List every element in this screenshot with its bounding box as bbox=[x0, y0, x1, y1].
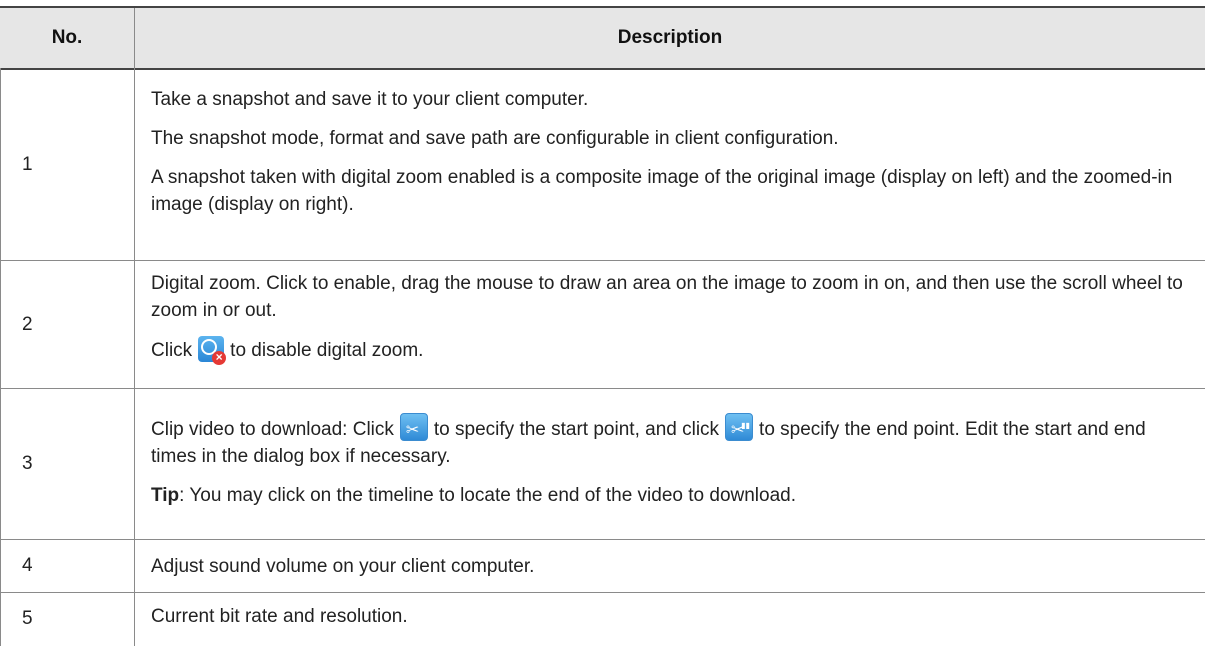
row-3-tip: Tip: You may click on the timeline to lo… bbox=[151, 482, 1191, 509]
row-5-text-1: Current bit rate and resolution. bbox=[151, 606, 408, 627]
row-divider bbox=[0, 388, 1205, 389]
row-3-text-part-b: to specify the start point, and click bbox=[433, 419, 720, 440]
clip-start-icon bbox=[399, 413, 428, 443]
row-divider bbox=[0, 260, 1205, 261]
row-4-number: 4 bbox=[22, 555, 33, 576]
row-1-number: 1 bbox=[22, 154, 33, 175]
row-4-description: Adjust sound volume on your client compu… bbox=[151, 553, 1191, 580]
row-3-number: 3 bbox=[22, 453, 33, 474]
header-bottom-border bbox=[0, 68, 1205, 70]
row-5-number: 5 bbox=[22, 608, 33, 629]
column-divider bbox=[134, 8, 135, 646]
row-2-description: Digital zoom. Click to enable, drag the … bbox=[151, 270, 1191, 365]
tip-text: : You may click on the timeline to locat… bbox=[179, 485, 796, 506]
row-2-text-2: Click to disable digital zoom. bbox=[151, 336, 1191, 365]
header-description: Description bbox=[617, 27, 723, 48]
row-3-text-part-a: Clip video to download: Click bbox=[151, 419, 394, 440]
row-1-text-1: Take a snapshot and save it to your clie… bbox=[151, 89, 589, 110]
row-1-text-3: A snapshot taken with digital zoom enabl… bbox=[151, 167, 1173, 215]
clip-end-icon bbox=[725, 412, 754, 443]
row-1-text-2: The snapshot mode, format and save path … bbox=[151, 128, 839, 149]
row-4-text-1: Adjust sound volume on your client compu… bbox=[151, 556, 535, 577]
row-2-click-label: Click bbox=[151, 340, 193, 361]
row-3-description: Clip video to download: Click to specify … bbox=[151, 412, 1191, 509]
tip-label: Tip bbox=[151, 485, 180, 506]
row-1-description: Take a snapshot and save it to your clie… bbox=[151, 86, 1191, 218]
row-divider bbox=[0, 592, 1205, 593]
row-divider bbox=[0, 539, 1205, 540]
digital-zoom-off-icon bbox=[198, 336, 227, 365]
row-2-text-1: Digital zoom. Click to enable, drag the … bbox=[151, 273, 1183, 321]
row-5-description: Current bit rate and resolution. bbox=[151, 603, 1191, 630]
row-3-text-1: Clip video to download: Click to specify … bbox=[151, 412, 1191, 470]
header-no: No. bbox=[51, 27, 83, 48]
row-2-number: 2 bbox=[22, 313, 33, 335]
row-2-after-icon-text: to disable digital zoom. bbox=[230, 340, 424, 361]
